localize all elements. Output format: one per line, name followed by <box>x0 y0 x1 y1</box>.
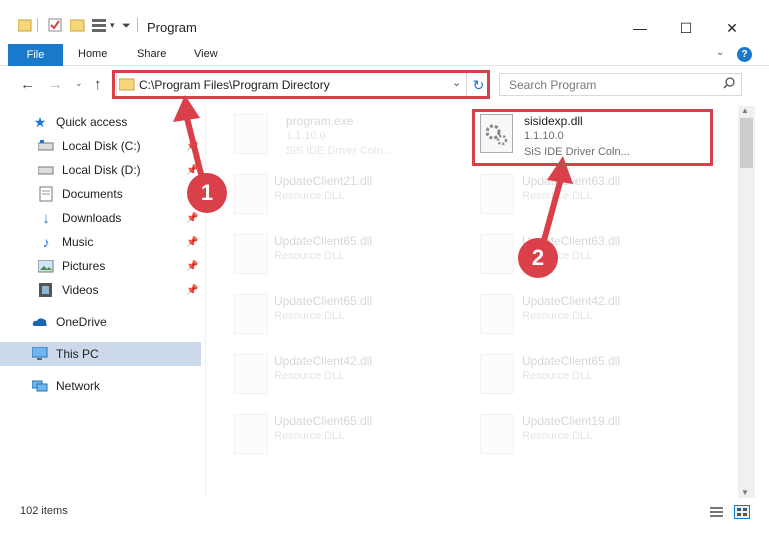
annotation-arrows <box>173 95 573 258</box>
arrow-2-head <box>547 156 573 184</box>
status-item-count: 102 items <box>20 505 68 517</box>
step-badge-2: 2 <box>518 238 558 278</box>
step-badge-1: 1 <box>187 173 227 213</box>
arrow-1-head <box>173 95 200 122</box>
large-icons-view-icon[interactable] <box>734 505 750 519</box>
details-view-icon[interactable] <box>710 506 724 521</box>
